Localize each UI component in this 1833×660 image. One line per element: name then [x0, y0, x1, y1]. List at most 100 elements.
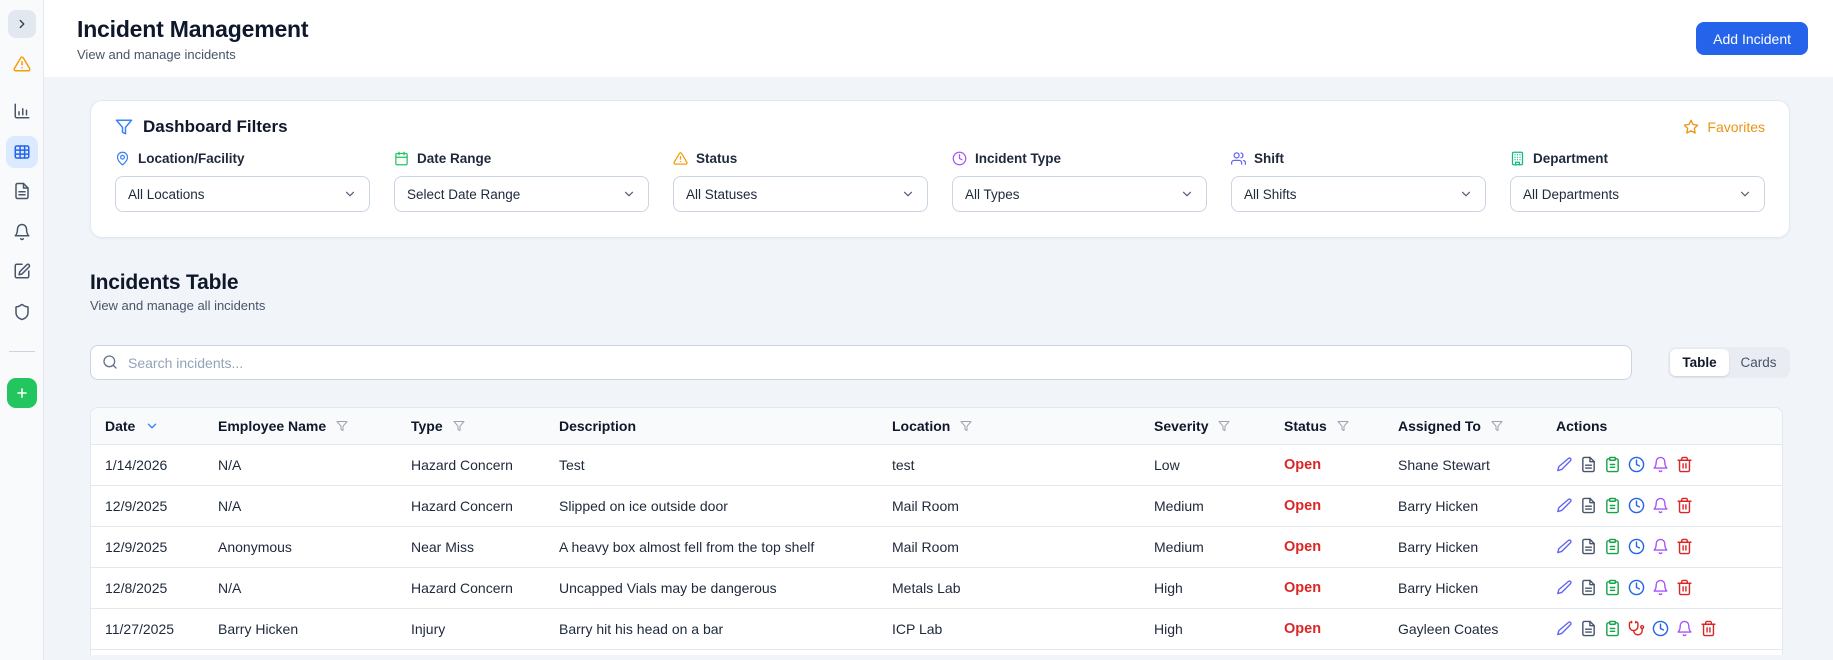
status-select[interactable]: All Statuses: [673, 176, 928, 212]
sidebar-item-safety[interactable]: [13, 303, 31, 321]
sidebar-collapse-button[interactable]: [7, 10, 36, 38]
sidebar: [0, 0, 44, 660]
trash-icon[interactable]: [1676, 497, 1693, 514]
filter-funnel-icon[interactable]: [1491, 420, 1503, 432]
cell-location: Mail Room: [878, 485, 1140, 527]
edit-icon[interactable]: [1556, 456, 1573, 473]
cell-actions: [1542, 444, 1782, 486]
bell-icon: [14, 223, 29, 241]
dashboard-filters-card: Dashboard Filters Favorites Location/Fac…: [90, 100, 1790, 238]
sidebar-add-button[interactable]: [6, 378, 37, 408]
clipboard-icon[interactable]: [1604, 497, 1621, 514]
sidebar-item-notifications[interactable]: [13, 223, 31, 241]
bell-icon[interactable]: [1652, 497, 1669, 514]
column-header-severity[interactable]: Severity: [1140, 408, 1270, 445]
clock-icon[interactable]: [1628, 456, 1645, 473]
clipboard-icon[interactable]: [1604, 620, 1621, 637]
chevron-down-icon: [1740, 191, 1750, 197]
bell-icon[interactable]: [1652, 579, 1669, 596]
sidebar-item-incidents[interactable]: [12, 55, 31, 73]
chevron-right-icon: [19, 19, 24, 29]
select-value: Select Date Range: [407, 186, 521, 202]
trash-icon[interactable]: [1676, 538, 1693, 555]
trash-icon[interactable]: [1676, 456, 1693, 473]
clock-icon[interactable]: [1628, 538, 1645, 555]
date-range-select[interactable]: Select Date Range: [394, 176, 649, 212]
column-header-location[interactable]: Location: [878, 408, 1140, 445]
cell-assigned: Barry Hicken: [1384, 567, 1542, 609]
filter-location: Location/Facility All Locations: [115, 151, 370, 212]
sort-desc-icon[interactable]: [145, 419, 159, 433]
clock-icon[interactable]: [1628, 579, 1645, 596]
filter-label: Location/Facility: [138, 151, 245, 166]
column-header-date[interactable]: Date: [91, 408, 204, 445]
edit-icon[interactable]: [1556, 497, 1573, 514]
cell-description: Barry hit his head on a bar: [545, 608, 878, 650]
sidebar-item-analytics[interactable]: [13, 102, 31, 120]
search-input[interactable]: [90, 345, 1632, 380]
clock-icon[interactable]: [1628, 497, 1645, 514]
cell-date: 12/9/2025: [91, 526, 204, 568]
filter-funnel-icon[interactable]: [336, 420, 348, 432]
sidebar-item-tasks[interactable]: [13, 262, 31, 280]
trash-icon[interactable]: [1700, 620, 1717, 637]
column-header-status[interactable]: Status: [1270, 408, 1384, 445]
cell-severity: High: [1140, 608, 1270, 650]
filter-funnel-icon[interactable]: [960, 420, 972, 432]
department-select[interactable]: All Departments: [1510, 176, 1765, 212]
edit-icon[interactable]: [1556, 538, 1573, 555]
filter-funnel-icon[interactable]: [453, 420, 465, 432]
document-icon[interactable]: [1580, 620, 1597, 637]
document-icon[interactable]: [1580, 538, 1597, 555]
status-badge: Open: [1284, 498, 1322, 514]
bell-icon[interactable]: [1676, 620, 1693, 637]
incidents-table-card: Date Employee Name Type Description Loca…: [90, 407, 1783, 655]
cell-description: Slipped on ice outside door: [545, 485, 878, 527]
view-toggle-cards[interactable]: Cards: [1729, 349, 1788, 376]
select-value: All Locations: [128, 186, 205, 202]
document-icon[interactable]: [1580, 579, 1597, 596]
incident-type-select[interactable]: All Types: [952, 176, 1207, 212]
main-content: Dashboard Filters Favorites Location/Fac…: [44, 77, 1833, 660]
add-incident-button[interactable]: Add Incident: [1696, 22, 1808, 55]
bell-icon[interactable]: [1652, 456, 1669, 473]
edit-icon[interactable]: [1556, 620, 1573, 637]
cell-description: A heavy box almost fell from the top she…: [545, 526, 878, 568]
bell-icon[interactable]: [1652, 538, 1669, 555]
cell-employee: Barry Hicken: [204, 608, 397, 650]
filter-funnel-icon[interactable]: [1218, 420, 1230, 432]
stethoscope-icon[interactable]: [1628, 620, 1645, 637]
clipboard-icon[interactable]: [1604, 456, 1621, 473]
cell-assigned: Barry Hicken: [1384, 485, 1542, 527]
document-icon[interactable]: [1580, 497, 1597, 514]
filter-funnel-icon[interactable]: [1337, 420, 1349, 432]
location-select[interactable]: All Locations: [115, 176, 370, 212]
column-header-assigned-to[interactable]: Assigned To: [1384, 408, 1542, 445]
sidebar-item-incident-table[interactable]: [5, 136, 38, 168]
trash-icon[interactable]: [1676, 579, 1693, 596]
cell-severity: Medium: [1140, 526, 1270, 568]
favorites-button[interactable]: Favorites: [1683, 119, 1765, 135]
incidents-title: Incidents Table: [90, 271, 239, 294]
filter-department: Department All Departments: [1510, 151, 1765, 212]
cell-type: Hazard Concern: [397, 444, 545, 486]
chevron-down-icon: [624, 191, 634, 197]
sidebar-item-reports[interactable]: [13, 182, 31, 200]
cell-actions: [1542, 608, 1782, 650]
clock-icon[interactable]: [1652, 620, 1669, 637]
shift-select[interactable]: All Shifts: [1231, 176, 1486, 212]
column-header-description[interactable]: Description: [545, 408, 878, 445]
status-badge: Open: [1284, 457, 1322, 473]
cell-date: 12/8/2025: [91, 567, 204, 609]
column-header-employee-name[interactable]: Employee Name: [204, 408, 397, 445]
clipboard-icon[interactable]: [1604, 538, 1621, 555]
column-header-type[interactable]: Type: [397, 408, 545, 445]
clock-icon: [952, 151, 967, 166]
cell-location: test: [878, 444, 1140, 486]
edit-icon[interactable]: [1556, 579, 1573, 596]
view-toggle-table[interactable]: Table: [1670, 349, 1729, 376]
incidents-table: Date Employee Name Type Description Loca…: [91, 408, 1782, 650]
clipboard-icon[interactable]: [1604, 579, 1621, 596]
document-icon[interactable]: [1580, 456, 1597, 473]
cell-employee: N/A: [204, 485, 397, 527]
